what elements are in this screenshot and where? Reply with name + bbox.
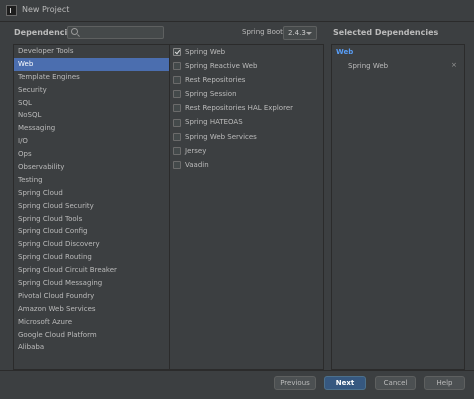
category-item-developer-tools[interactable]: Developer Tools [14, 45, 169, 58]
dependency-item-spring-session[interactable]: Spring Session [170, 87, 323, 101]
dependency-label: Rest Repositories HAL Explorer [185, 104, 293, 113]
checkbox-icon[interactable] [173, 118, 181, 127]
dependency-search-input[interactable] [81, 27, 161, 38]
cancel-button[interactable]: Cancel [375, 376, 416, 390]
category-item-spring-cloud-routing[interactable]: Spring Cloud Routing [14, 251, 169, 264]
dependency-label: Spring Web [185, 48, 226, 56]
category-item-security[interactable]: Security [14, 84, 169, 97]
category-item-microsoft-azure[interactable]: Microsoft Azure [14, 316, 169, 329]
category-item-spring-cloud-circuit-breaker[interactable]: Spring Cloud Circuit Breaker [14, 264, 169, 277]
category-item-messaging[interactable]: Messaging [14, 122, 169, 135]
title-bar: New Project [0, 0, 474, 22]
remove-icon[interactable]: × [451, 61, 457, 69]
category-item-alibaba[interactable]: Alibaba [14, 341, 169, 354]
category-item-spring-cloud-security[interactable]: Spring Cloud Security [14, 200, 169, 213]
checkbox-icon[interactable] [173, 104, 181, 113]
spring-boot-version-value: 2.4.3 [288, 29, 306, 37]
category-item-i-o[interactable]: I/O [14, 135, 169, 148]
dependency-label: Spring HATEOAS [185, 118, 243, 127]
dependency-item-spring-web[interactable]: Spring Web [170, 45, 323, 59]
search-icon [71, 28, 78, 35]
category-item-observability[interactable]: Observability [14, 161, 169, 174]
checkbox-icon[interactable] [173, 90, 181, 99]
selected-dependencies-panel: Web Spring Web × [331, 44, 465, 370]
selected-group-web: Web [336, 48, 354, 56]
category-item-web[interactable]: Web [14, 57, 169, 71]
dependency-search-field[interactable] [67, 26, 164, 39]
intellij-idea-icon [6, 5, 17, 16]
dependency-item-spring-reactive-web[interactable]: Spring Reactive Web [170, 59, 323, 73]
dependency-label: Rest Repositories [185, 76, 246, 85]
category-item-google-cloud-platform[interactable]: Google Cloud Platform [14, 329, 169, 342]
dependency-item-vaadin[interactable]: Vaadin [170, 158, 323, 172]
dependency-label: Spring Reactive Web [185, 62, 258, 71]
selected-item-spring-web: Spring Web [348, 62, 389, 70]
dependency-item-rest-repositories-hal-explorer[interactable]: Rest Repositories HAL Explorer [170, 101, 323, 115]
dependency-item-spring-web-services[interactable]: Spring Web Services [170, 130, 323, 144]
category-item-spring-cloud-messaging[interactable]: Spring Cloud Messaging [14, 277, 169, 290]
dependency-item-spring-hateoas[interactable]: Spring HATEOAS [170, 115, 323, 129]
checkbox-icon[interactable] [173, 76, 181, 85]
checkbox-checked-icon[interactable] [173, 48, 181, 57]
checkbox-icon[interactable] [173, 160, 181, 169]
category-item-template-engines[interactable]: Template Engines [14, 71, 169, 84]
dependency-item-rest-repositories[interactable]: Rest Repositories [170, 73, 323, 87]
dependency-label: Jersey [185, 146, 207, 155]
dependency-label: Spring Session [185, 90, 237, 99]
next-button[interactable]: Next [324, 376, 366, 390]
chevron-down-icon [306, 32, 312, 35]
dependency-list[interactable]: Spring Web Spring Reactive Web Rest Reposi… [170, 44, 324, 370]
category-item-spring-cloud-tools[interactable]: Spring Cloud Tools [14, 213, 169, 226]
category-item-sql[interactable]: SQL [14, 97, 169, 110]
window-title: New Project [22, 5, 70, 14]
category-list[interactable]: Developer Tools Web Template Engines Securi… [13, 44, 169, 370]
footer-divider [0, 370, 474, 371]
category-item-spring-cloud-config[interactable]: Spring Cloud Config [14, 225, 169, 238]
category-item-nosql[interactable]: NoSQL [14, 109, 169, 122]
category-item-pivotal-cloud-foundry[interactable]: Pivotal Cloud Foundry [14, 290, 169, 303]
category-item-spring-cloud-discovery[interactable]: Spring Cloud Discovery [14, 238, 169, 251]
dependency-item-jersey[interactable]: Jersey [170, 144, 323, 158]
category-item-ops[interactable]: Ops [14, 148, 169, 161]
checkbox-icon[interactable] [173, 132, 181, 141]
category-item-spring-cloud[interactable]: Spring Cloud [14, 187, 169, 200]
category-item-testing[interactable]: Testing [14, 174, 169, 187]
checkbox-icon[interactable] [173, 62, 181, 71]
dependency-label: Spring Web Services [185, 132, 257, 141]
previous-button[interactable]: Previous [274, 376, 316, 390]
help-button[interactable]: Help [424, 376, 465, 390]
selected-dependencies-title: Selected Dependencies [333, 28, 439, 37]
spring-boot-version-select[interactable]: 2.4.3 [283, 26, 317, 40]
category-item-amazon-web-services[interactable]: Amazon Web Services [14, 303, 169, 316]
dependency-label: Vaadin [185, 160, 209, 169]
spring-boot-label: Spring Boot [242, 28, 283, 36]
checkbox-icon[interactable] [173, 146, 181, 155]
